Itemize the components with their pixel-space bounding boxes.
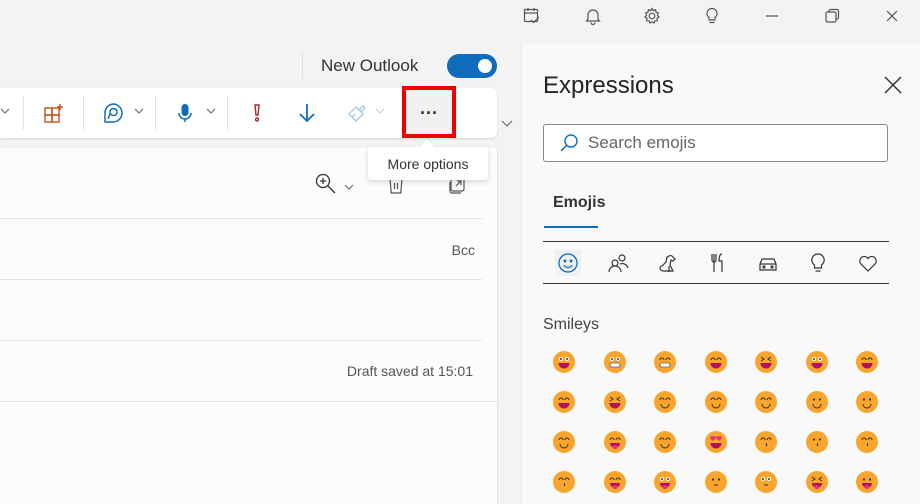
apps-button[interactable] (42, 98, 66, 128)
title-bar (0, 0, 920, 32)
format-painter-icon (348, 105, 366, 122)
emoji-upside-down-face[interactable] (855, 390, 879, 414)
chevron-down-icon (375, 108, 385, 114)
more-options-tooltip: More options (368, 147, 488, 180)
emoji-winking-face[interactable] (704, 390, 728, 414)
bcc-button[interactable]: Bcc (452, 242, 475, 258)
tab-emojis[interactable]: Emojis (553, 194, 605, 212)
compose-pane: Bcc Draft saved at 15:01 (0, 148, 498, 504)
dictate-button[interactable] (174, 98, 196, 128)
emoji-smiling-face-blush[interactable] (552, 430, 576, 454)
new-outlook-label: New Outlook (321, 56, 419, 75)
search-box (543, 124, 888, 162)
new-outlook-toggle-group: New Outlook (302, 52, 497, 80)
emoji-slightly-smiling-face[interactable] (805, 390, 829, 414)
restore-icon[interactable] (820, 4, 844, 28)
close-window-icon[interactable] (880, 4, 904, 28)
more-icon: ... (419, 97, 438, 118)
new-outlook-toggle[interactable] (447, 54, 497, 78)
emoji-category-bar (543, 241, 889, 284)
animals-category-icon[interactable] (655, 250, 681, 276)
divider (227, 96, 228, 130)
notifications-icon[interactable] (581, 4, 605, 28)
emoji-face-with-tears-of-joy[interactable] (704, 350, 728, 374)
chevron-down-icon[interactable] (206, 106, 216, 116)
emoji-kissing-face-smiling-eyes[interactable] (855, 430, 879, 454)
emoji-grinning-face-big-eyes[interactable] (552, 350, 576, 374)
loop-icon (104, 103, 123, 123)
emoji-grimacing-face[interactable] (603, 350, 627, 374)
emoji-relieved-face[interactable] (653, 430, 677, 454)
smileys-category-icon[interactable] (555, 250, 581, 276)
search-emojis-input[interactable] (588, 133, 868, 153)
settings-icon[interactable] (640, 4, 664, 28)
draft-status: Draft saved at 15:01 (346, 363, 473, 379)
dictate-icon (178, 104, 192, 122)
chevron-down-icon[interactable] (0, 106, 10, 116)
down-arrow-icon (299, 104, 315, 123)
my-day-icon[interactable] (520, 4, 544, 28)
subject-row[interactable] (0, 280, 482, 341)
tab-active-indicator (544, 226, 598, 228)
importance-icon (254, 104, 260, 122)
apps-icon (44, 104, 63, 123)
emoji-rolling-on-floor-laughing[interactable] (754, 350, 778, 374)
loop-button[interactable] (100, 98, 126, 128)
emoji-money-mouth-face[interactable] (855, 470, 879, 494)
emoji-grinning-face-with-sweat[interactable] (552, 390, 576, 414)
emoji-smiling-face-smiling-eyes[interactable] (754, 390, 778, 414)
emoji-smiling-face-heart-eyes[interactable] (704, 430, 728, 454)
chevron-down-icon[interactable] (134, 106, 144, 116)
tips-icon[interactable] (700, 4, 724, 28)
divider (302, 53, 303, 79)
emoji-smiling-face-with-halo[interactable] (653, 390, 677, 414)
minimize-icon[interactable] (760, 4, 784, 28)
cc-row[interactable] (0, 219, 482, 280)
emoji-face-blowing-kiss[interactable] (754, 430, 778, 454)
format-painter-button[interactable] (346, 98, 368, 128)
low-importance-button[interactable] (296, 98, 318, 128)
close-icon[interactable] (882, 74, 904, 96)
emoji-grinning-squinting-face[interactable] (603, 390, 627, 414)
emoji-winking-face-tongue[interactable] (603, 470, 627, 494)
more-options-button[interactable]: ... (402, 86, 456, 138)
objects-category-icon[interactable] (805, 250, 831, 276)
expand-ribbon-chevron-icon[interactable] (500, 116, 514, 130)
divider (23, 96, 24, 130)
divider (83, 96, 84, 130)
emoji-face-savoring-food[interactable] (603, 430, 627, 454)
emoji-grinning-face-smiling-eyes[interactable] (855, 350, 879, 374)
emoji-grinning-face-open[interactable] (805, 350, 829, 374)
emoji-kissing-face-closed-eyes[interactable] (552, 470, 576, 494)
expressions-panel: Expressions Emojis Smileys (521, 44, 920, 504)
section-smileys: Smileys (543, 316, 600, 333)
divider (155, 96, 156, 130)
emoji-kissing-face[interactable] (805, 430, 829, 454)
symbols-category-icon[interactable] (855, 250, 881, 276)
food-category-icon[interactable] (705, 250, 731, 276)
emoji-face-with-monocle[interactable] (754, 470, 778, 494)
travel-category-icon[interactable] (755, 250, 781, 276)
emoji-face-raised-eyebrow[interactable] (704, 470, 728, 494)
emoji-beaming-face[interactable] (653, 350, 677, 374)
emoji-zany-face[interactable] (653, 470, 677, 494)
search-icon (560, 134, 578, 152)
emoji-squinting-face-tongue[interactable] (805, 470, 829, 494)
people-category-icon[interactable] (605, 250, 631, 276)
high-importance-button[interactable] (246, 98, 268, 128)
panel-title: Expressions (543, 72, 674, 99)
